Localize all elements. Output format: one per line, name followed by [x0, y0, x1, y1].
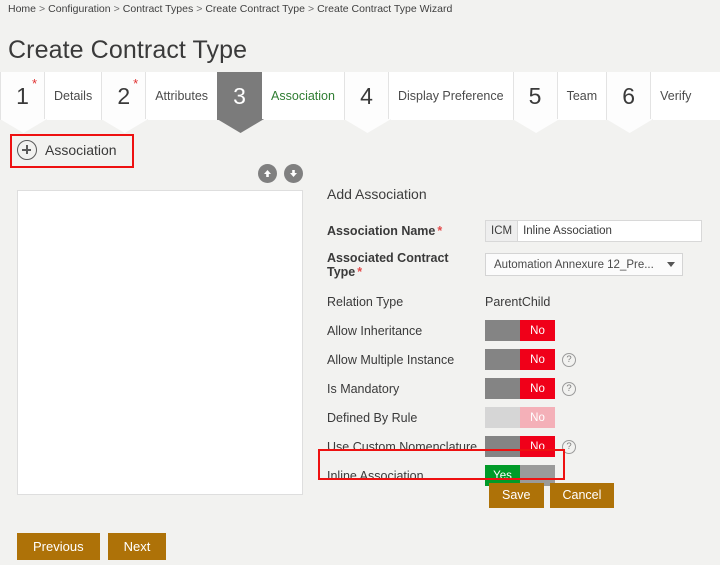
wizard-step-number: 1 *: [0, 72, 45, 120]
toggle-row: Defined By Rule No: [327, 403, 717, 432]
plus-circle-icon: [17, 140, 37, 160]
wizard-step-4[interactable]: 4 Display Preference: [343, 72, 513, 132]
form-actions: Save Cancel: [489, 483, 615, 508]
cancel-button[interactable]: Cancel: [549, 483, 615, 508]
wizard-step-label: Association: [271, 89, 335, 103]
wizard-step-label: Attributes: [155, 89, 209, 103]
toggle-track: [485, 378, 520, 399]
breadcrumb-item[interactable]: Create Contract Type Wizard: [317, 3, 452, 15]
breadcrumb-separator: >: [307, 3, 315, 15]
wizard-step-label: Verify: [660, 89, 692, 103]
field-row-relation-type: Relation Type ParentChild: [327, 287, 717, 316]
breadcrumb-item[interactable]: Create Contract Type: [205, 3, 305, 15]
help-icon[interactable]: ?: [562, 352, 576, 367]
toggle-value: No: [520, 349, 555, 370]
toggle-value: No: [520, 378, 555, 399]
toggle-track: [485, 320, 520, 341]
relation-type-value: ParentChild: [485, 294, 551, 309]
wizard-step-label: Team: [566, 89, 598, 103]
wizard-step-5[interactable]: 5 Team: [512, 72, 607, 132]
toggle-label: Use Custom Nomenclature: [327, 439, 478, 454]
breadcrumb-separator: >: [113, 3, 120, 15]
association-name-input[interactable]: [517, 219, 703, 242]
toggle-label: Inline Association: [327, 468, 424, 483]
required-marker: *: [437, 223, 443, 238]
wizard-step-1[interactable]: 1 * Details: [0, 72, 101, 132]
relation-type-label: Relation Type: [327, 294, 404, 309]
toggle-row: Use Custom Nomenclature No?: [327, 432, 717, 461]
wizard-step-label: Details: [54, 89, 93, 103]
toggle-value: No: [520, 320, 555, 341]
toggle-row: Allow Multiple Instance No?: [327, 345, 717, 374]
add-association-form: Add Association Association Name* ICM As…: [327, 186, 717, 490]
wizard-step-number: 2 *: [101, 72, 147, 120]
wizard-step-number: 3: [217, 72, 263, 120]
wizard-step-2[interactable]: 2 * Attributes: [101, 72, 217, 132]
reorder-controls: [258, 164, 303, 183]
wizard-step-number: 5: [512, 72, 558, 120]
save-button[interactable]: Save: [489, 483, 544, 508]
toggle-switch[interactable]: No: [485, 320, 555, 341]
associated-contract-type-value: Automation Annexure 12_Pre...: [494, 258, 654, 271]
toggle-row: Allow Inheritance No: [327, 316, 717, 345]
breadcrumb-item[interactable]: Configuration: [48, 3, 110, 15]
wizard-navigation: Previous Next: [17, 533, 167, 560]
toggle-track: [485, 407, 520, 428]
page-title: Create Contract Type: [8, 36, 248, 64]
toggle-track: [485, 349, 520, 370]
toggle-switch[interactable]: No: [485, 349, 555, 370]
arrow-down-icon[interactable]: [284, 164, 303, 183]
help-icon[interactable]: ?: [562, 439, 576, 454]
wizard-steps: 1 * Details 2 * Attributes 3 Association 4 Displa…: [0, 72, 720, 132]
next-button[interactable]: Next: [107, 533, 167, 560]
breadcrumb-separator: >: [196, 3, 203, 15]
add-association-label: Association: [45, 142, 117, 158]
associated-contract-type-label: Associated Contract Type *: [327, 250, 449, 279]
toggle-switch: No: [485, 407, 555, 428]
toggle-value: No: [520, 407, 555, 428]
toggle-value: No: [520, 436, 555, 457]
help-icon[interactable]: ?: [562, 381, 576, 396]
field-row-associated-contract-type: Associated Contract Type * Automation Ann…: [327, 250, 717, 279]
field-row-association-name: Association Name * ICM: [327, 216, 717, 245]
toggle-switch[interactable]: No: [485, 378, 555, 399]
arrow-up-icon[interactable]: [258, 164, 277, 183]
toggle-label: Allow Multiple Instance: [327, 352, 455, 367]
chevron-down-icon: [667, 262, 675, 267]
breadcrumb-item[interactable]: Contract Types: [123, 3, 193, 15]
previous-button[interactable]: Previous: [17, 533, 100, 560]
toggle-row: Is Mandatory No?: [327, 374, 717, 403]
form-title: Add Association: [327, 186, 427, 202]
icm-prefix-addon: ICM: [485, 219, 518, 242]
toggle-track: [485, 436, 520, 457]
wizard-step-6[interactable]: 6 Verify: [606, 72, 700, 132]
toggle-rows: Allow Inheritance No Allow Multiple Instan…: [327, 316, 717, 490]
required-marker: *: [357, 264, 363, 279]
wizard-step-3[interactable]: 3 Association: [217, 72, 344, 132]
required-marker: *: [31, 76, 37, 91]
associated-contract-type-select[interactable]: Automation Annexure 12_Pre...: [485, 253, 683, 276]
toggle-label: Allow Inheritance: [327, 323, 423, 338]
breadcrumb-separator: >: [39, 3, 46, 15]
association-name-input-group: ICM: [485, 219, 703, 242]
breadcrumb: Home > Configuration > Contract Types > Create…: [8, 3, 452, 15]
wizard-step-number: 6: [606, 72, 652, 120]
toggle-label: Defined By Rule: [327, 410, 418, 425]
toggle-switch[interactable]: No: [485, 436, 555, 457]
add-association-header[interactable]: Association: [12, 136, 135, 164]
association-name-label: Association Name *: [327, 223, 443, 238]
wizard-step-label: Display Preference: [397, 89, 504, 103]
toggle-label: Is Mandatory: [327, 381, 400, 396]
required-marker: *: [133, 76, 139, 91]
wizard-step-number: 4: [343, 72, 389, 120]
association-list-panel[interactable]: [17, 190, 303, 495]
breadcrumb-item[interactable]: Home: [8, 3, 36, 15]
